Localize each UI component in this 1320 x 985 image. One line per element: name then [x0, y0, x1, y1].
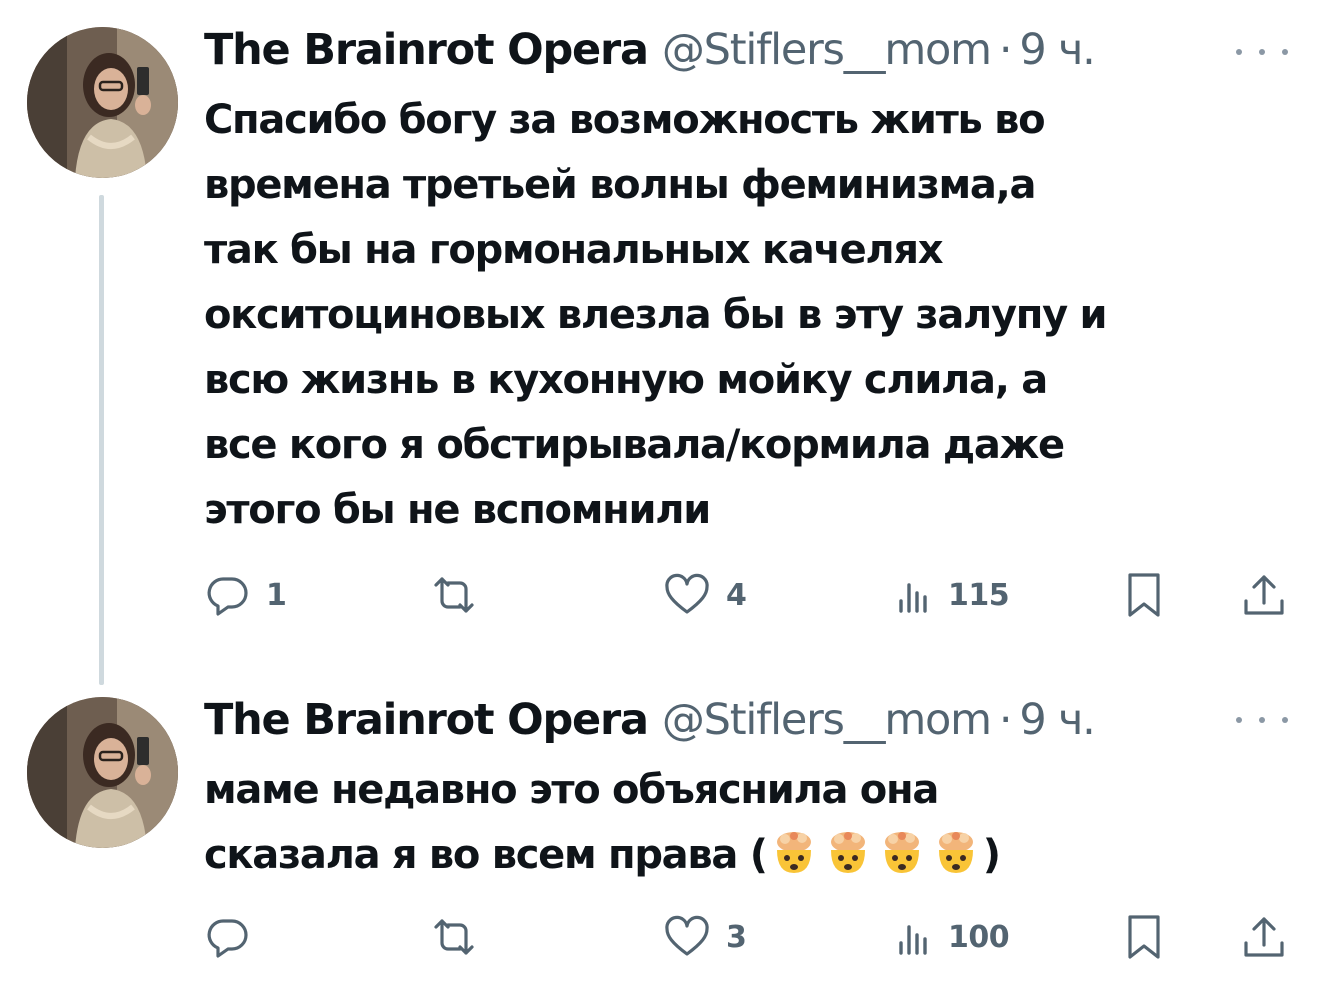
views-count: 100 [948, 919, 1010, 955]
display-name[interactable]: The Brainrot Opera [204, 25, 649, 75]
exploding-head-emoji [933, 830, 979, 876]
tweet-text-line: Спасибо богу за возможность жить во [204, 97, 1046, 143]
avatar[interactable] [27, 697, 178, 848]
timestamp[interactable]: 9 ч. [1019, 25, 1096, 75]
tweet-text-line: этого бы не вспомнили [204, 487, 711, 533]
like-button[interactable]: 3 [662, 912, 747, 962]
tweet-text: маме недавно это объяснила она сказала я… [204, 758, 1294, 888]
views-count: 115 [948, 577, 1010, 613]
tweet-text-segment: сказала я во всем права ( [204, 832, 768, 878]
heart-icon [662, 571, 712, 619]
views-button[interactable]: 115 [894, 570, 1010, 620]
tweet-text-line: окситоциновых влезла бы в эту залупу и [204, 292, 1108, 338]
share-icon [1240, 571, 1288, 619]
tweet-text-line: времена третьей волны феминизма,а [204, 162, 1037, 208]
reply-button[interactable] [204, 912, 252, 962]
share-icon [1240, 913, 1288, 961]
tweet-header: The Brainrot Opera @Stiflers__mom · 9 ч. [204, 690, 1096, 750]
share-button[interactable] [1240, 570, 1288, 620]
reply-icon [204, 571, 252, 619]
bookmark-icon [1124, 571, 1164, 619]
tweet-text-line: всю жизнь в кухонную мойку слила, а [204, 357, 1048, 403]
thread-connector-line [99, 195, 104, 685]
heart-icon [662, 913, 712, 961]
views-chart-icon [894, 571, 934, 619]
user-handle[interactable]: @Stiflers__mom [662, 25, 992, 75]
reply-icon [204, 913, 252, 961]
bookmark-button[interactable] [1124, 570, 1164, 620]
tweet-text-line: маме недавно это объяснила она [204, 767, 939, 813]
avatar[interactable] [27, 27, 178, 178]
repost-icon [426, 571, 482, 619]
tweet-text: Спасибо богу за возможность жить во врем… [204, 88, 1294, 543]
like-count: 4 [726, 577, 747, 613]
repost-icon [426, 913, 482, 961]
display-name[interactable]: The Brainrot Opera [204, 695, 649, 745]
bookmark-button[interactable] [1124, 912, 1164, 962]
tweet-text-line: сказала я во всем права () [204, 823, 1294, 888]
tweet-text-line: так бы на гормональных качелях [204, 227, 944, 273]
timestamp[interactable]: 9 ч. [1019, 695, 1096, 745]
exploding-head-emoji [825, 830, 871, 876]
tweet-header: The Brainrot Opera @Stiflers__mom · 9 ч. [204, 20, 1096, 80]
share-button[interactable] [1240, 912, 1288, 962]
tweet-actions: 1 4 115 [204, 570, 1294, 620]
more-icon[interactable] [1236, 42, 1288, 62]
more-icon[interactable] [1236, 710, 1288, 730]
bookmark-icon [1124, 913, 1164, 961]
exploding-head-emoji [879, 830, 925, 876]
tweet-actions: 3 100 [204, 912, 1294, 962]
views-button[interactable]: 100 [894, 912, 1010, 962]
reply-count: 1 [266, 577, 287, 613]
like-count: 3 [726, 919, 747, 955]
separator-dot: · [998, 695, 1013, 745]
repost-button[interactable] [426, 570, 482, 620]
like-button[interactable]: 4 [662, 570, 747, 620]
repost-button[interactable] [426, 912, 482, 962]
tweet-text-segment: ) [982, 832, 1001, 878]
views-chart-icon [894, 913, 934, 961]
tweet-text-line: все кого я обстирывала/кормила даже [204, 422, 1065, 468]
reply-button[interactable]: 1 [204, 570, 287, 620]
exploding-head-emoji [771, 830, 817, 876]
user-handle[interactable]: @Stiflers__mom [662, 695, 992, 745]
separator-dot: · [998, 25, 1013, 75]
